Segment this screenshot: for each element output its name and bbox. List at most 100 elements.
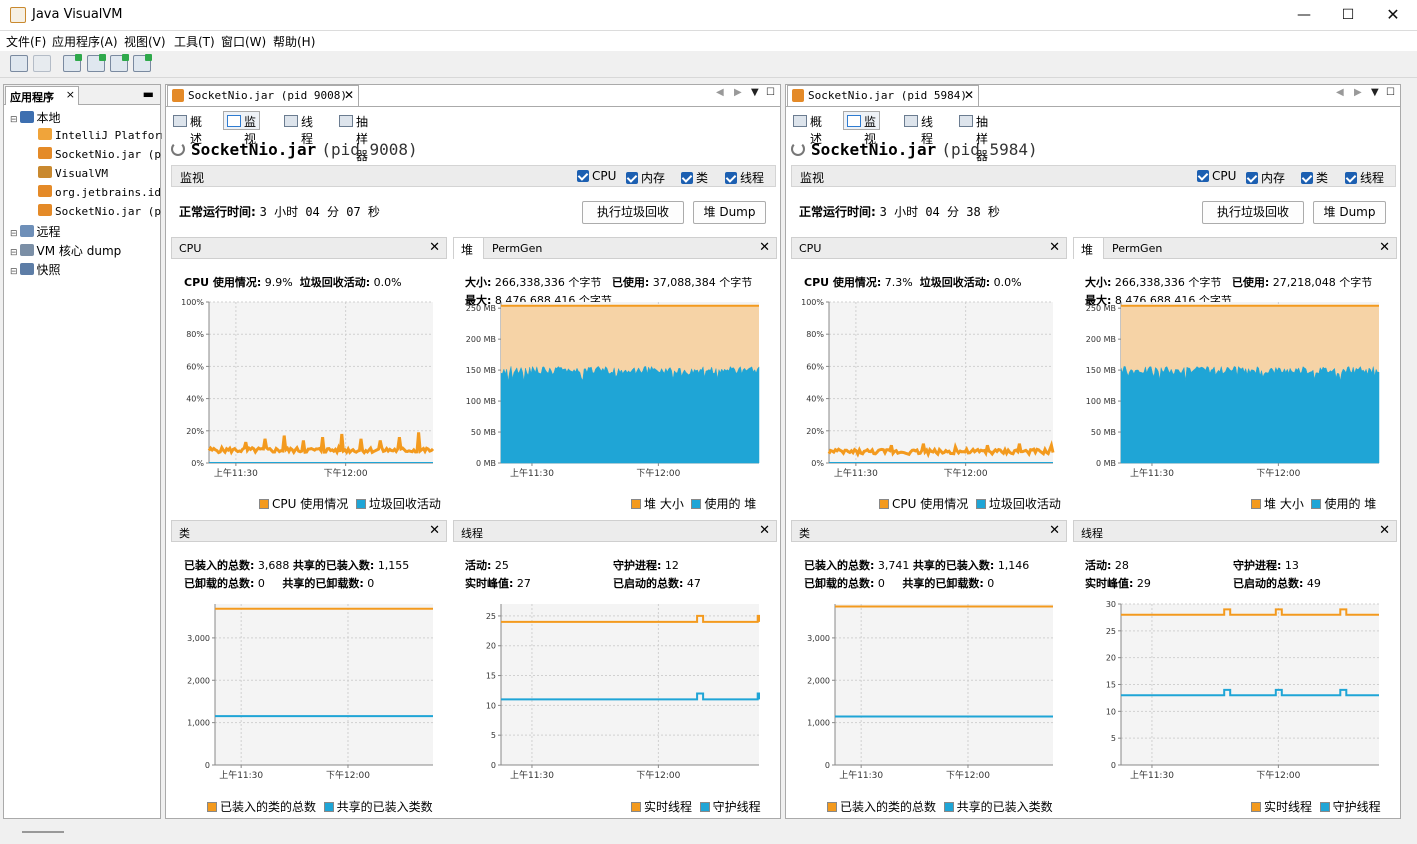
menu-view[interactable]: 视图(V) <box>124 33 166 50</box>
permgen-tab[interactable]: PermGen <box>1112 242 1162 255</box>
tree-node-label: 本地 <box>36 111 61 125</box>
scroll-right-icon[interactable]: ▶ <box>734 87 742 98</box>
app-document-tab[interactable]: SocketNio.jar (pid 5984) ✕ <box>787 85 979 106</box>
uptime-value: 3 小时 04 分 38 秒 <box>879 205 1000 219</box>
scroll-left-icon[interactable]: ◀ <box>1336 87 1344 98</box>
minimize-icon[interactable]: — <box>1294 5 1314 25</box>
close-icon[interactable]: ✕ <box>1379 240 1390 255</box>
close-icon[interactable]: × <box>66 88 75 101</box>
close-tab-icon[interactable]: ✕ <box>964 88 974 102</box>
tree-node[interactable]: org.jetbrains.id <box>38 185 162 199</box>
close-icon[interactable]: ✕ <box>1379 523 1390 538</box>
heap-tab[interactable]: 堆 <box>1074 238 1104 259</box>
menu-tools[interactable]: 工具(T) <box>174 33 215 50</box>
menu-window[interactable]: 窗口(W) <box>221 33 266 50</box>
applications-tab[interactable]: 应用程序 × <box>5 86 79 105</box>
tree-node-label: IntelliJ Platform <box>55 129 162 142</box>
tree-node[interactable]: ⊟ VM 核心 dump <box>10 242 160 259</box>
shared-unloaded-label: 共享的已卸载数: <box>282 577 364 590</box>
application-window: SocketNio.jar (pid 9008) ✕ ◀ ▶ ▼ ☐ 概述 监视… <box>165 84 781 819</box>
scroll-left-icon[interactable]: ◀ <box>716 87 724 98</box>
x-tick-label: 下午12:00 <box>1256 769 1300 781</box>
tree-node[interactable]: ⊟ 快照 <box>10 261 160 278</box>
monitor-label: 监视 <box>800 171 825 185</box>
tab-sampler[interactable]: 抽样器 <box>335 111 372 163</box>
minimize-panel-icon[interactable]: ▬ <box>143 87 154 101</box>
tab-list-icon[interactable]: ▼ <box>1371 87 1379 98</box>
heap-dump-button[interactable]: 堆 Dump <box>1313 201 1386 224</box>
heap-stats-line1: 大小: 266,338,336 个字节 已使用: 27,218,048 个字节 <box>1085 274 1372 290</box>
y-tick-label: 60% <box>186 362 204 371</box>
tab-monitor[interactable]: 监视 <box>223 111 261 146</box>
checkbox-threads[interactable]: 线程 <box>725 169 764 186</box>
close-icon[interactable]: ✕ <box>429 523 440 538</box>
title-bar: Java VisualVM — ☐ ✕ <box>0 0 1417 31</box>
tree-node[interactable]: SocketNio.jar (p <box>38 147 162 161</box>
y-tick-label: 80% <box>186 330 204 339</box>
maximize-pane-icon[interactable]: ☐ <box>1386 87 1395 98</box>
tab-monitor[interactable]: 监视 <box>843 111 881 146</box>
tree-node[interactable]: ⊟ 远程 <box>10 223 160 240</box>
tab-overview[interactable]: 概述 <box>169 111 206 146</box>
tree-node[interactable]: VisualVM <box>38 166 162 180</box>
tab-sampler[interactable]: 抽样器 <box>955 111 992 163</box>
heap-dump-button[interactable]: 堆 Dump <box>693 201 766 224</box>
threads-stats-daemon: 守护进程: 12 <box>613 557 679 573</box>
heap-tab[interactable]: 堆 <box>454 238 484 259</box>
checkbox-classes[interactable]: 类 <box>1301 169 1328 186</box>
menu-file[interactable]: 文件(F) <box>6 33 46 50</box>
close-icon[interactable]: ✕ <box>759 523 770 538</box>
y-tick-label: 150 MB <box>1086 366 1116 375</box>
y-tick-label: 0 MB <box>1096 459 1116 468</box>
add-core-dump-icon[interactable] <box>110 54 129 72</box>
tree-node-label: VM 核心 dump <box>36 244 122 258</box>
checkbox-threads[interactable]: 线程 <box>1345 169 1384 186</box>
y-tick-label: 0% <box>811 459 824 468</box>
tab-threads[interactable]: 线程 <box>900 111 937 146</box>
checkbox-cpu[interactable]: CPU <box>577 169 616 183</box>
heap-legend: 堆 大小 使用的 堆 <box>631 495 756 512</box>
y-tick-label: 5 <box>491 731 496 740</box>
threads-stats-peak: 实时峰值: 27 <box>465 575 531 591</box>
x-tick-label: 上午11:30 <box>1130 769 1174 781</box>
close-icon[interactable]: ✕ <box>429 240 440 255</box>
close-icon[interactable]: ✕ <box>759 240 770 255</box>
tree-node[interactable]: SocketNio.jar (p <box>38 204 162 218</box>
maximize-pane-icon[interactable]: ☐ <box>766 87 775 98</box>
tab-threads[interactable]: 线程 <box>280 111 317 146</box>
menu-applications[interactable]: 应用程序(A) <box>52 33 118 50</box>
menu-help[interactable]: 帮助(H) <box>273 33 315 50</box>
add-snapshot-icon[interactable] <box>133 54 152 72</box>
threads-stats-live: 活动: 25 <box>465 557 509 573</box>
permgen-tab[interactable]: PermGen <box>492 242 542 255</box>
legend-swatch <box>1311 499 1322 509</box>
tab-overview[interactable]: 概述 <box>789 111 826 146</box>
tree-node[interactable]: IntelliJ Platform <box>38 128 162 142</box>
pane-title: 类 <box>179 527 190 540</box>
add-jmx-connection-icon[interactable] <box>63 54 82 72</box>
close-icon[interactable]: ✕ <box>1383 5 1403 25</box>
applications-panel: 应用程序 × ▬ ⊟ 本地 IntelliJ Platform SocketNio.j… <box>3 84 162 819</box>
save-icon <box>33 55 51 72</box>
load-snapshot-icon[interactable] <box>10 55 28 72</box>
perform-gc-button[interactable]: 执行垃圾回收 <box>1202 201 1304 224</box>
perform-gc-button[interactable]: 执行垃圾回收 <box>582 201 684 224</box>
y-tick-label: 10 <box>1106 707 1116 716</box>
tab-list-icon[interactable]: ▼ <box>751 87 759 98</box>
shared-unloaded-label: 共享的已卸载数: <box>902 577 984 590</box>
close-tab-icon[interactable]: ✕ <box>344 88 354 102</box>
app-document-tab[interactable]: SocketNio.jar (pid 9008) ✕ <box>167 85 359 106</box>
add-remote-host-icon[interactable] <box>87 54 106 72</box>
checkbox-classes[interactable]: 类 <box>681 169 708 186</box>
checkbox-cpu[interactable]: CPU <box>1197 169 1236 183</box>
maximize-icon[interactable]: ☐ <box>1338 5 1358 25</box>
checkbox-memory[interactable]: 内存 <box>626 169 665 186</box>
gc-activity-label: 垃圾回收活动: <box>299 276 371 289</box>
close-icon[interactable]: ✕ <box>1049 240 1060 255</box>
close-icon[interactable]: ✕ <box>1049 523 1060 538</box>
tree-node[interactable]: ⊟ 本地 <box>10 109 160 126</box>
scroll-right-icon[interactable]: ▶ <box>1354 87 1362 98</box>
checkbox-memory[interactable]: 内存 <box>1246 169 1285 186</box>
plot-area <box>501 604 759 765</box>
y-tick-label: 250 MB <box>466 304 496 313</box>
